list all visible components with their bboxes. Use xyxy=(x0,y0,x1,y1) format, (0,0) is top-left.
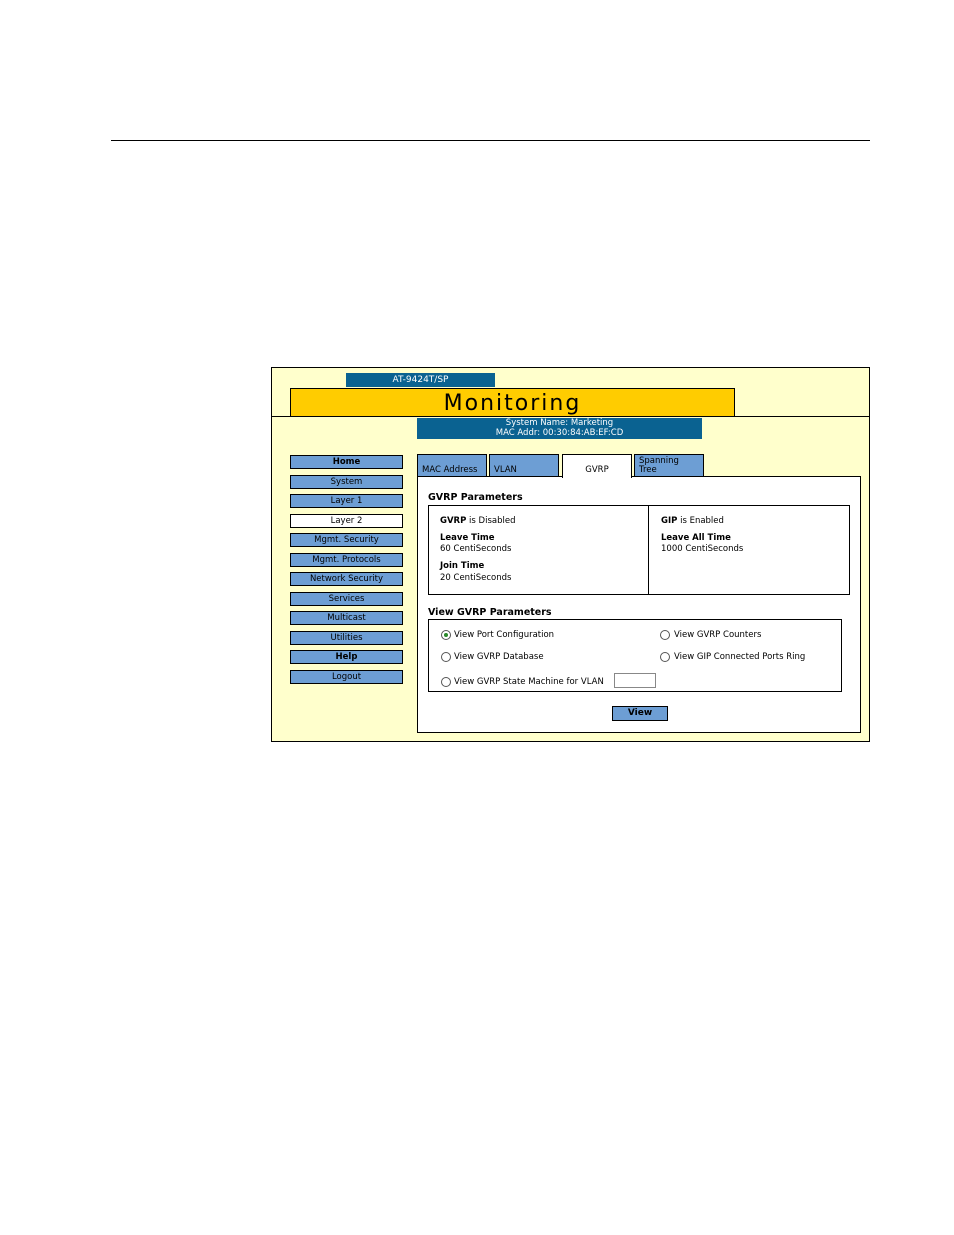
nav-mgmt-protocols[interactable]: Mgmt. Protocols xyxy=(290,553,403,567)
tab-gvrp-label: GVRP xyxy=(585,465,609,475)
view-button[interactable]: View xyxy=(612,706,668,721)
web-interface-window: AT-9424T/SP Monitoring System Name: Mark… xyxy=(271,367,870,742)
gvrp-parameters-title: GVRP Parameters xyxy=(428,492,523,503)
column-divider xyxy=(648,506,649,594)
mac-address: MAC Addr: 00:30:84:AB:EF:CD xyxy=(495,428,624,438)
gvrp-panel: GVRP Parameters GVRP is Disabled Leave T… xyxy=(417,476,861,733)
nav-layer-2[interactable]: Layer 2 xyxy=(290,514,403,528)
nav-system[interactable]: System xyxy=(290,475,403,489)
tab-mac-address-label: MAC Address xyxy=(422,465,478,475)
page-title-bar: Monitoring xyxy=(290,388,735,417)
leave-all-time-value: 1000 CentiSeconds xyxy=(661,544,744,554)
join-time-label: Join Time xyxy=(440,561,485,571)
leave-time-value: 60 CentiSeconds xyxy=(440,544,512,554)
tab-vlan-label: VLAN xyxy=(494,465,517,475)
tab-gvrp[interactable]: GVRP xyxy=(562,454,632,478)
view-gvrp-parameters-title: View GVRP Parameters xyxy=(428,607,552,618)
nav-home[interactable]: Home xyxy=(290,455,403,469)
nav-network-security[interactable]: Network Security xyxy=(290,572,403,586)
nav-logout[interactable]: Logout xyxy=(290,670,403,684)
tab-spanning-tree[interactable]: Spanning Tree xyxy=(634,454,704,476)
label-view-gip-connected-ports-ring: View GIP Connected Ports Ring xyxy=(674,652,806,662)
label-view-gvrp-database: View GVRP Database xyxy=(454,652,544,662)
system-info: System Name: Marketing MAC Addr: 00:30:8… xyxy=(417,418,702,439)
label-view-port-configuration: View Port Configuration xyxy=(454,630,555,640)
leave-time-label: Leave Time xyxy=(440,533,495,543)
header-divider xyxy=(272,416,869,417)
page-divider xyxy=(111,140,870,141)
nav-help[interactable]: Help xyxy=(290,650,403,664)
nav-services[interactable]: Services xyxy=(290,592,403,606)
model-label: AT-9424T/SP xyxy=(346,373,495,387)
radio-view-gvrp-counters[interactable] xyxy=(660,630,670,640)
leave-all-time-label: Leave All Time xyxy=(661,533,731,543)
tab-vlan[interactable]: VLAN xyxy=(489,454,559,476)
nav-utilities[interactable]: Utilities xyxy=(290,631,403,645)
label-view-gvrp-state-machine: View GVRP State Machine for VLAN xyxy=(454,677,604,687)
radio-view-gip-connected-ports-ring[interactable] xyxy=(660,652,670,662)
gvrp-parameters-box: GVRP is Disabled Leave Time 60 CentiSeco… xyxy=(428,505,850,595)
radio-view-gvrp-state-machine[interactable] xyxy=(441,677,451,687)
join-time-value: 20 CentiSeconds xyxy=(440,573,512,583)
nav-multicast[interactable]: Multicast xyxy=(290,611,403,625)
view-options-box: View Port Configuration View GVRP Counte… xyxy=(428,619,842,692)
radio-view-gvrp-database[interactable] xyxy=(441,652,451,662)
gvrp-status: GVRP is Disabled xyxy=(440,516,516,526)
nav-layer-1[interactable]: Layer 1 xyxy=(290,494,403,508)
nav-mgmt-security[interactable]: Mgmt. Security xyxy=(290,533,403,547)
tab-mac-address[interactable]: MAC Address xyxy=(417,454,487,476)
radio-view-port-configuration[interactable] xyxy=(441,630,451,640)
system-name: System Name: Marketing xyxy=(505,418,614,428)
page-title: Monitoring xyxy=(443,391,582,416)
tab-spanning-tree-label-2: Tree xyxy=(639,465,657,475)
vlan-id-input[interactable] xyxy=(614,673,656,688)
label-view-gvrp-counters: View GVRP Counters xyxy=(674,630,762,640)
gip-status: GIP is Enabled xyxy=(661,516,724,526)
